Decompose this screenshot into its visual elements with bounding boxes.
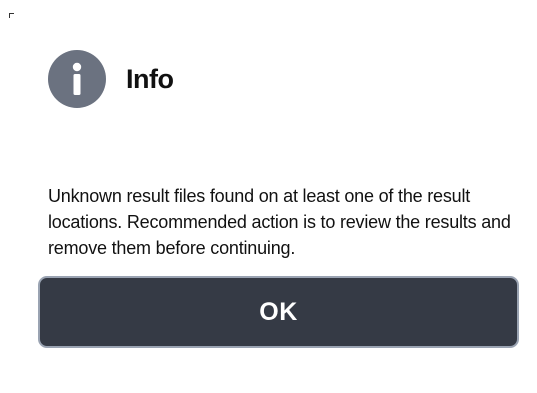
corner-mark bbox=[9, 13, 14, 18]
info-dialog: Info Unknown result files found on at le… bbox=[0, 0, 537, 393]
dialog-message: Unknown result files found on at least o… bbox=[48, 186, 511, 258]
dialog-title: Info bbox=[126, 63, 174, 94]
ok-button[interactable]: OK bbox=[38, 276, 519, 348]
info-icon bbox=[48, 50, 106, 108]
ok-button-label: OK bbox=[259, 297, 298, 326]
dialog-header: Info bbox=[48, 50, 174, 108]
